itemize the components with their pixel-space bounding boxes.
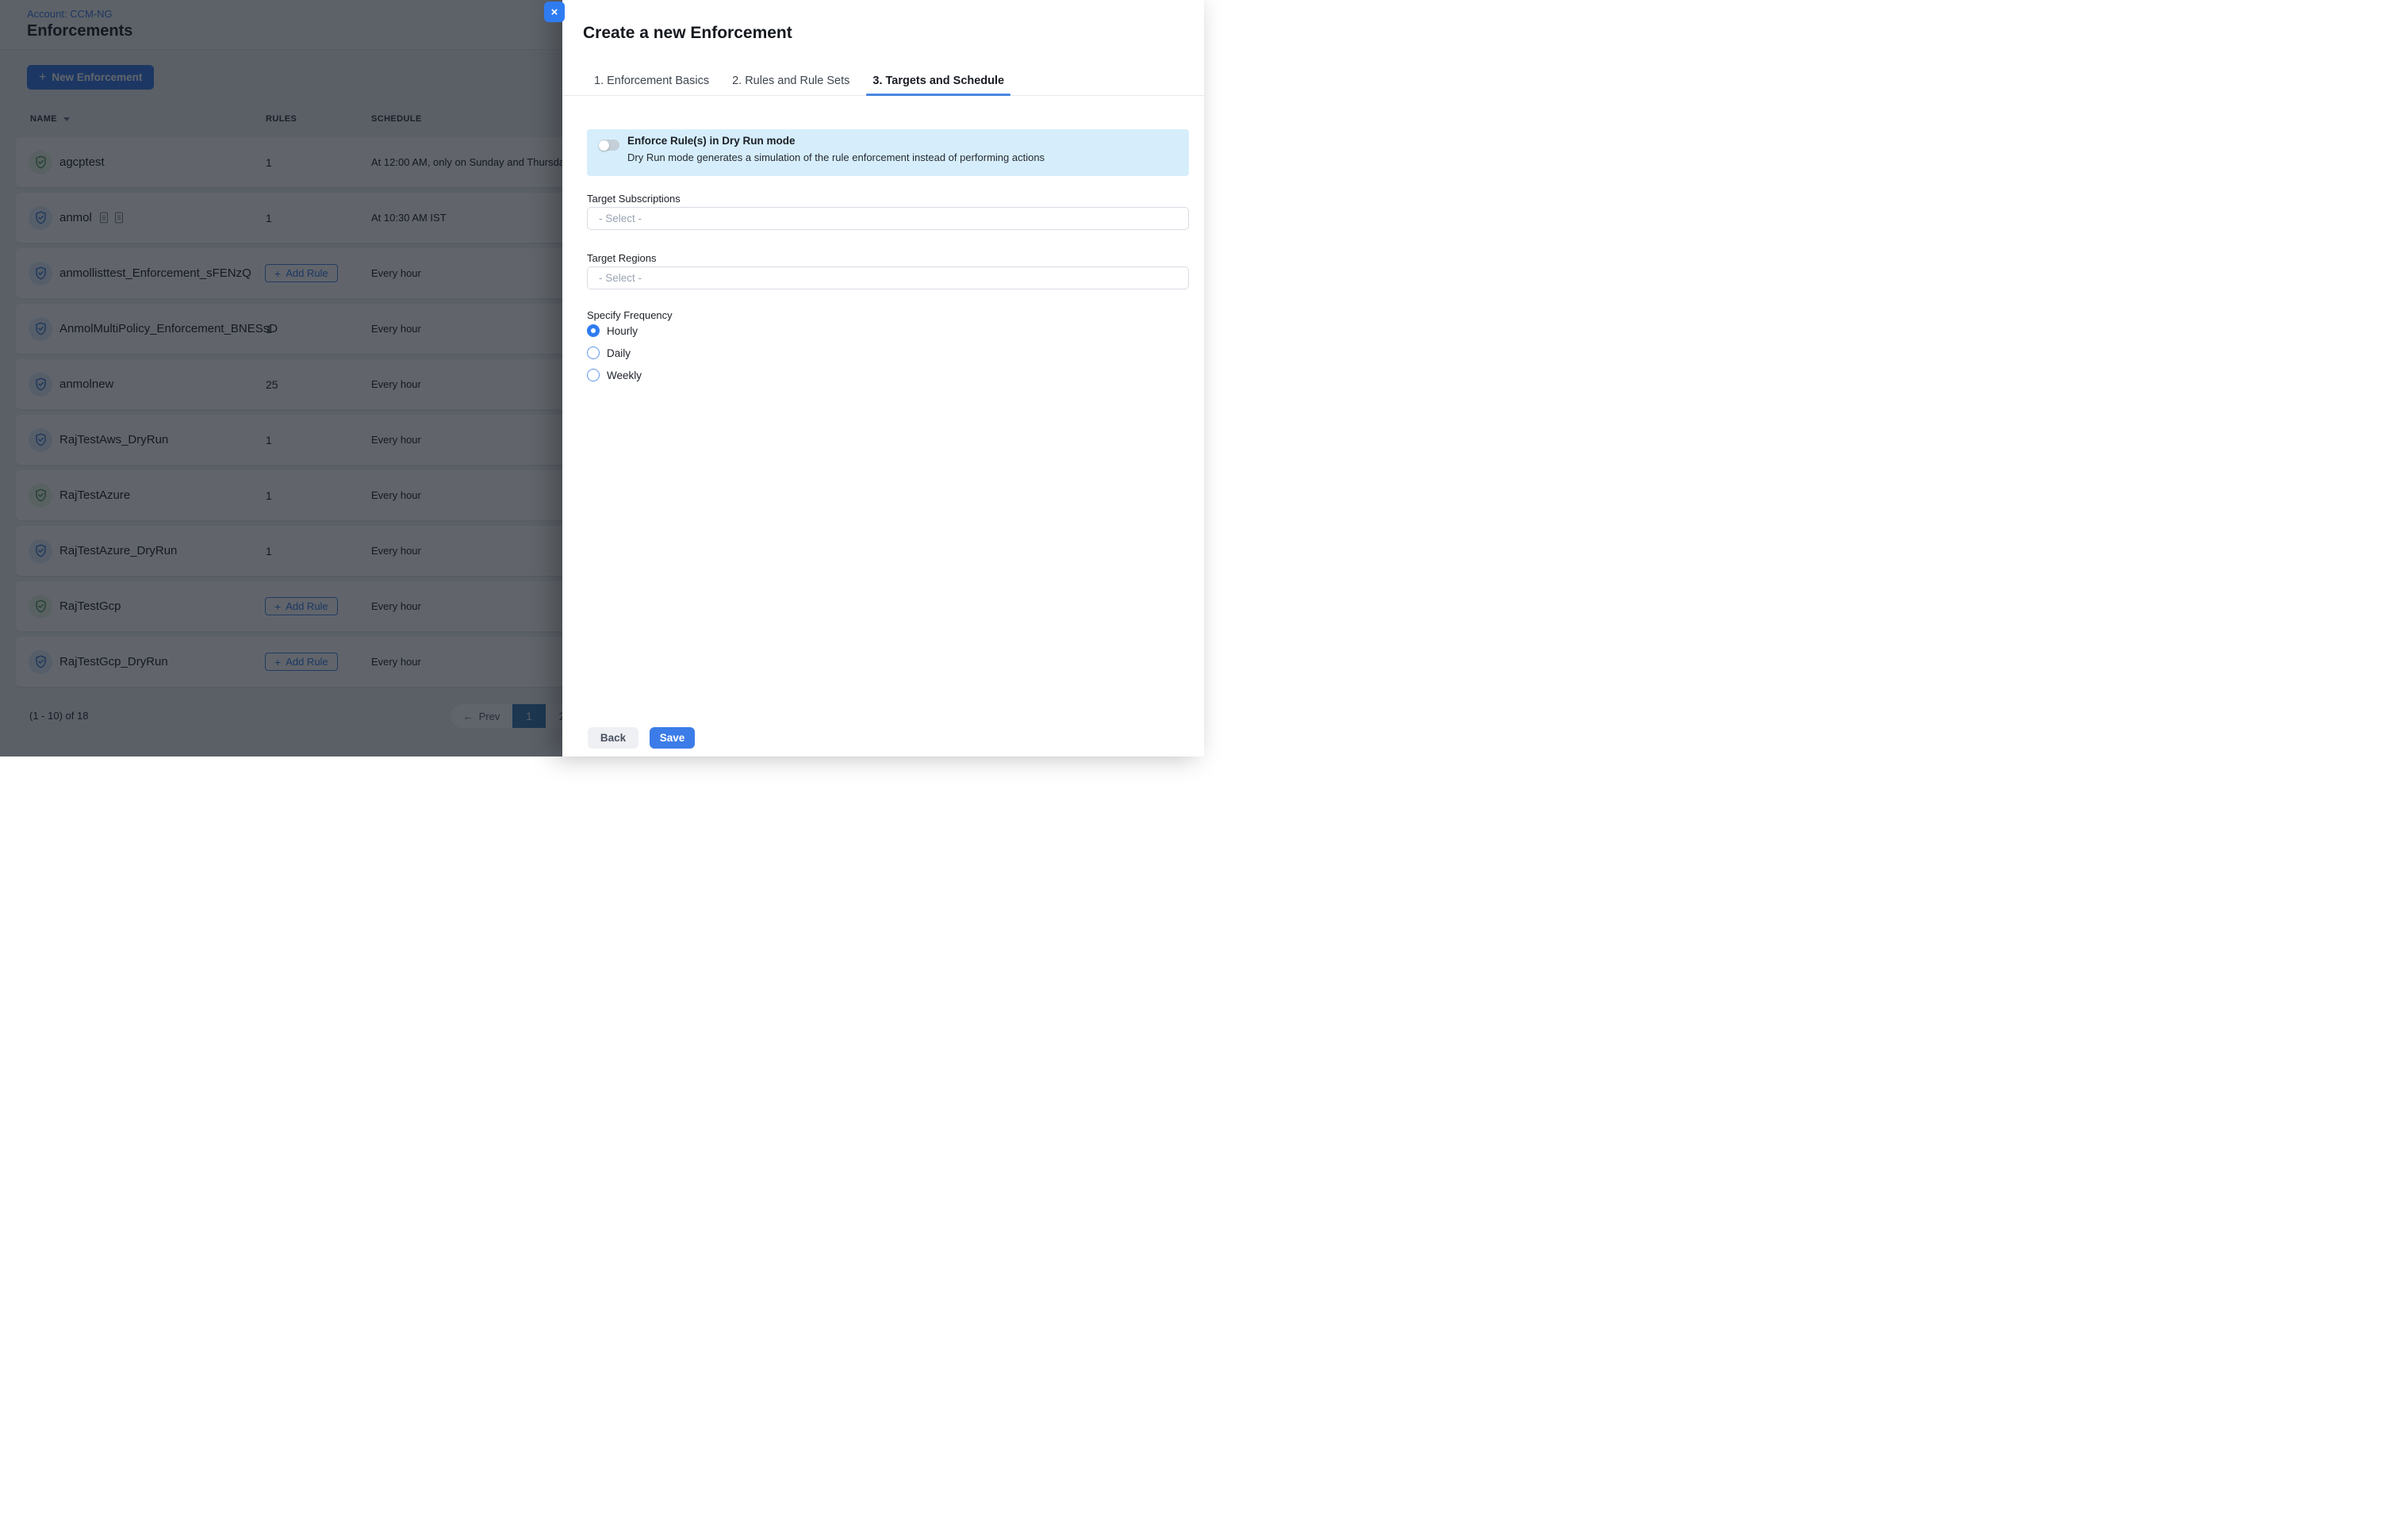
toggle-knob (599, 140, 609, 151)
dry-run-title: Enforce Rule(s) in Dry Run mode (627, 135, 796, 147)
create-enforcement-panel: × Create a new Enforcement 1. Enforcemen… (562, 0, 1204, 756)
radio-button-selected[interactable] (587, 324, 600, 337)
back-button[interactable]: Back (588, 727, 638, 749)
target-regions-label: Target Regions (587, 252, 656, 264)
frequency-option-weekly[interactable]: Weekly (587, 369, 642, 381)
specify-frequency-label: Specify Frequency (587, 309, 673, 321)
frequency-option-daily[interactable]: Daily (587, 347, 631, 359)
dry-run-info-box: Enforce Rule(s) in Dry Run mode Dry Run … (587, 129, 1189, 176)
dry-run-toggle[interactable] (599, 140, 619, 151)
close-icon: × (551, 6, 558, 18)
radio-button[interactable] (587, 347, 600, 359)
wizard-tabs: 1. Enforcement Basics 2. Rules and Rule … (562, 67, 1204, 96)
close-button[interactable]: × (544, 2, 565, 22)
tab-enforcement-basics[interactable]: 1. Enforcement Basics (588, 67, 715, 95)
target-subscriptions-select[interactable] (587, 207, 1189, 230)
target-regions-select[interactable] (587, 266, 1189, 289)
panel-content: Enforce Rule(s) in Dry Run mode Dry Run … (587, 96, 1189, 756)
tab-rules-and-rule-sets[interactable]: 2. Rules and Rule Sets (726, 67, 856, 95)
target-subscriptions-label: Target Subscriptions (587, 193, 681, 205)
tab-targets-and-schedule[interactable]: 3. Targets and Schedule (866, 67, 1010, 95)
radio-button[interactable] (587, 369, 600, 381)
frequency-option-hourly[interactable]: Hourly (587, 324, 638, 337)
panel-title: Create a new Enforcement (583, 24, 792, 43)
save-button[interactable]: Save (650, 727, 695, 749)
dry-run-description: Dry Run mode generates a simulation of t… (627, 151, 1045, 163)
